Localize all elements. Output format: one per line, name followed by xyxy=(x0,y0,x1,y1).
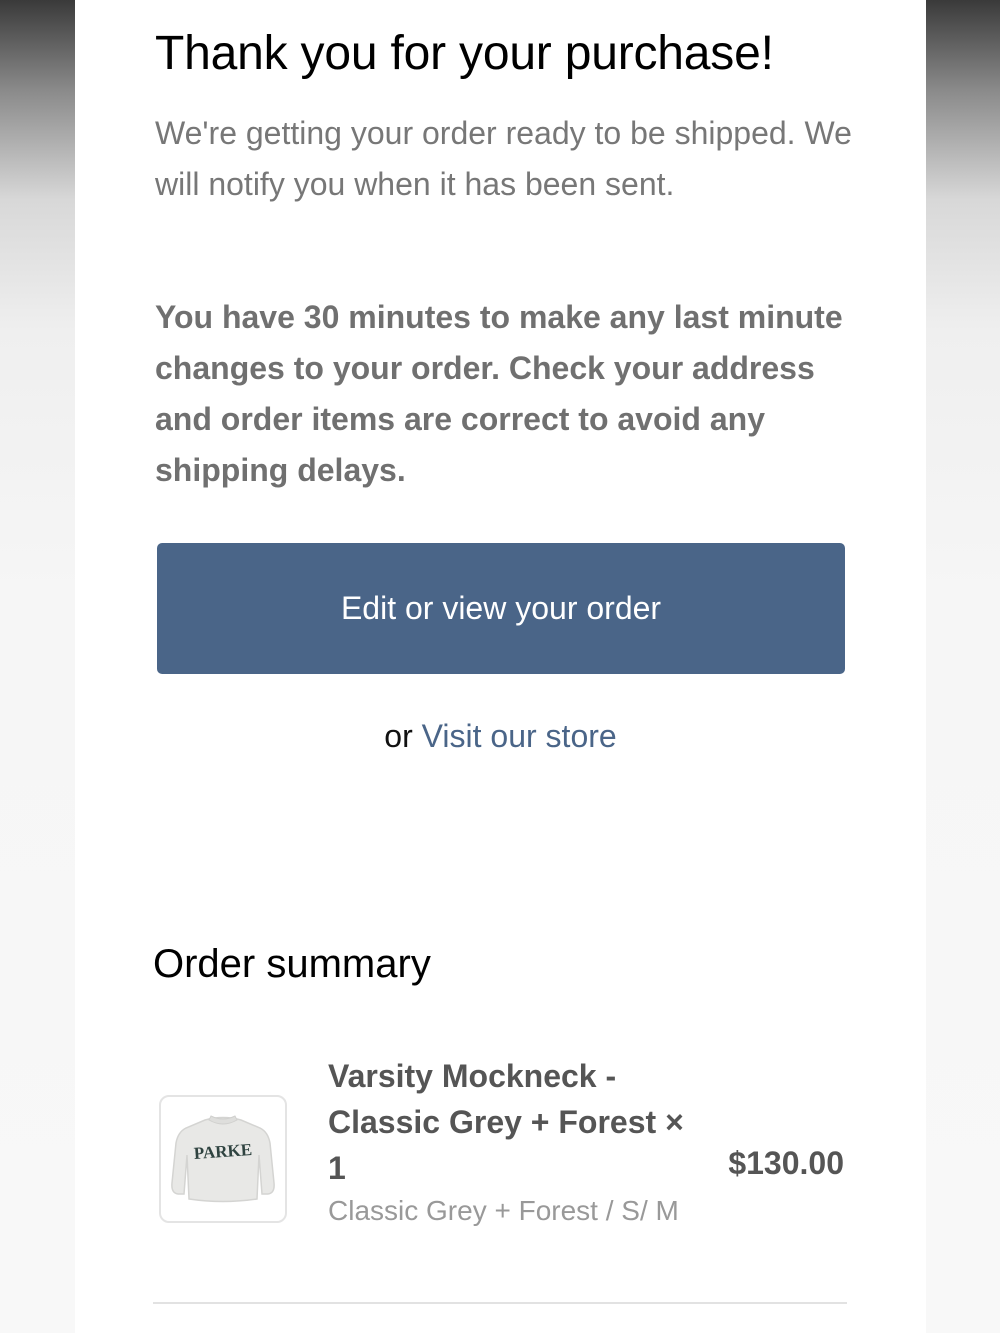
visit-store-link[interactable]: Visit our store xyxy=(422,718,617,754)
order-summary-title: Order summary xyxy=(153,942,431,986)
summary-divider xyxy=(153,1302,847,1304)
page-title: Thank you for your purchase! xyxy=(155,27,774,80)
order-confirmation-card: Thank you for your purchase! We're getti… xyxy=(75,0,926,1333)
intro-text: We're getting your order ready to be shi… xyxy=(155,115,852,202)
item-name: Varsity Mockneck - Classic Grey + Forest… xyxy=(328,1058,684,1186)
item-variant: Classic Grey + Forest / S/ M xyxy=(328,1195,679,1226)
edit-window-notice: You have 30 minutes to make any last min… xyxy=(155,299,843,488)
item-price: $130.00 xyxy=(728,1145,844,1181)
sweatshirt-icon: PARKE xyxy=(171,1115,275,1203)
product-thumbnail: PARKE xyxy=(159,1095,287,1223)
product-image-text: PARKE xyxy=(193,1140,252,1163)
or-text: or xyxy=(384,718,413,754)
edit-order-button[interactable]: Edit or view your order xyxy=(157,543,845,674)
visit-store-line: or Visit our store xyxy=(75,718,926,755)
